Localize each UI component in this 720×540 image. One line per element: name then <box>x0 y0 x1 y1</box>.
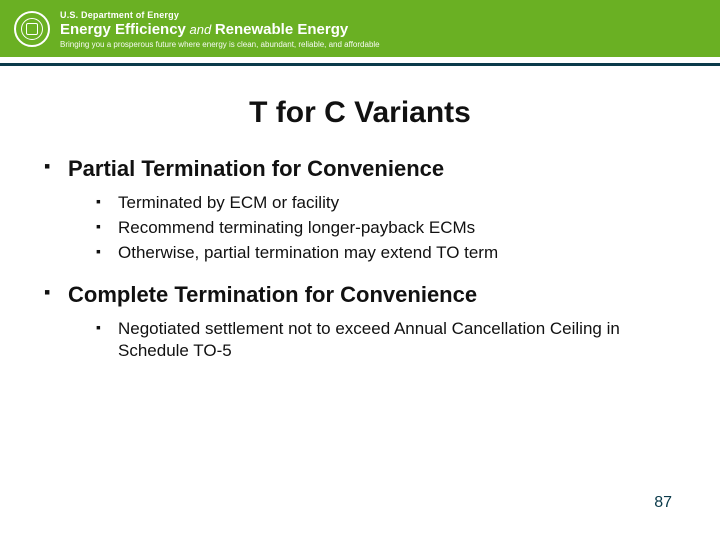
list-item: Negotiated settlement not to exceed Annu… <box>96 318 676 362</box>
program-title-b: Renewable Energy <box>215 21 348 38</box>
header-divider <box>0 63 720 66</box>
list-item: Terminated by ECM or facility <box>96 192 676 214</box>
program-title: Energy Efficiency and Renewable Energy <box>60 21 380 38</box>
section-heading-text: Complete Termination for Convenience <box>68 282 477 307</box>
page-number: 87 <box>654 494 672 512</box>
list-item: Recommend terminating longer-payback ECM… <box>96 217 676 239</box>
section-heading: Partial Termination for Convenience Term… <box>44 156 676 264</box>
content-area: Partial Termination for Convenience Term… <box>0 156 720 362</box>
section-heading: Complete Termination for Convenience Neg… <box>44 282 676 362</box>
bullet-list-l2: Terminated by ECM or facility Recommend … <box>68 192 676 264</box>
tagline: Bringing you a prosperous future where e… <box>60 40 380 49</box>
doe-seal-icon <box>14 11 50 47</box>
bullet-list-l2: Negotiated settlement not to exceed Annu… <box>68 318 676 362</box>
banner-text-block: U.S. Department of Energy Energy Efficie… <box>60 10 380 49</box>
section-heading-text: Partial Termination for Convenience <box>68 156 444 181</box>
bullet-list-l1: Partial Termination for Convenience Term… <box>44 156 676 362</box>
list-item: Otherwise, partial termination may exten… <box>96 242 676 264</box>
program-title-a: Energy Efficiency <box>60 21 186 38</box>
slide-title: T for C Variants <box>0 96 720 130</box>
department-label: U.S. Department of Energy <box>60 10 380 20</box>
header-banner: U.S. Department of Energy Energy Efficie… <box>0 0 720 57</box>
program-title-and: and <box>186 22 215 37</box>
